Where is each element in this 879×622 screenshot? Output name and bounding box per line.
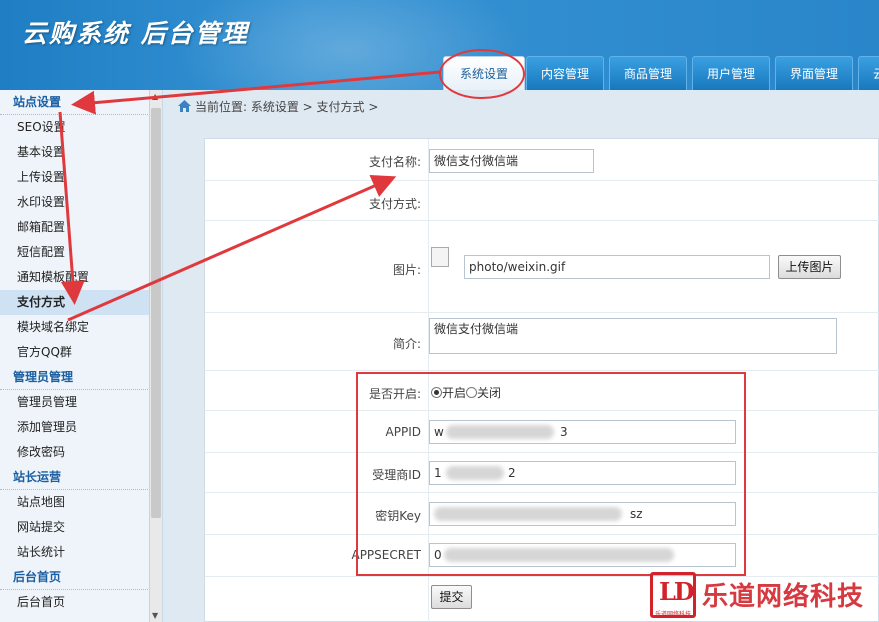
sidebar-group-admin[interactable]: 管理员管理: [0, 365, 150, 390]
tab-cloud[interactable]: 云: [858, 56, 879, 90]
annotation-highlight-box: [356, 372, 746, 576]
upload-image-button[interactable]: 上传图片: [778, 255, 841, 279]
watermark: LD 乐道网络科技 乐道网络科技: [650, 572, 879, 622]
pay-method-label: 支付方式:: [368, 197, 421, 211]
sidebar-item-sms[interactable]: 短信配置: [0, 240, 150, 265]
tab-system-settings[interactable]: 系统设置: [443, 56, 525, 90]
pay-name-input[interactable]: 微信支付微信端: [429, 149, 594, 173]
sidebar-item-watermark[interactable]: 水印设置: [0, 190, 150, 215]
watermark-text: 乐道网络科技: [702, 582, 865, 612]
sidebar: 站点设置 SEO设置 基本设置 上传设置 水印设置 邮箱配置 短信配置 通知模板…: [0, 90, 163, 622]
pay-name-label: 支付名称:: [368, 155, 421, 169]
intro-textarea[interactable]: 微信支付微信端: [429, 318, 837, 354]
tab-user-management[interactable]: 用户管理: [692, 56, 770, 90]
sidebar-scrollbar[interactable]: ▲ ▼: [149, 90, 162, 622]
sidebar-item-domain-binding[interactable]: 模块域名绑定: [0, 315, 150, 340]
tab-content-management[interactable]: 内容管理: [526, 56, 604, 90]
sidebar-item-admin-manage[interactable]: 管理员管理: [0, 390, 150, 415]
row-divider: [428, 577, 429, 622]
breadcrumb: 当前位置: 系统设置 > 支付方式 >: [178, 90, 879, 124]
sidebar-item-statistics[interactable]: 站长统计: [0, 540, 150, 565]
submit-button[interactable]: 提交: [431, 585, 472, 609]
sidebar-item-sitemap[interactable]: 站点地图: [0, 490, 150, 515]
watermark-logo-text: LD: [659, 577, 695, 606]
intro-label: 简介:: [392, 337, 421, 351]
scroll-up-arrow-icon[interactable]: ▲: [152, 92, 158, 101]
sidebar-item-seo[interactable]: SEO设置: [0, 115, 150, 140]
watermark-logo: LD 乐道网络科技: [650, 572, 696, 618]
row-intro: 简介: 微信支付微信端: [205, 313, 879, 371]
sidebar-item-payment[interactable]: 支付方式: [0, 290, 150, 315]
sidebar-item-site-submit[interactable]: 网站提交: [0, 515, 150, 540]
home-icon: [178, 100, 191, 112]
header: 云购系统 后台管理 系统设置 内容管理 商品管理 用户管理 界面管理 云: [0, 0, 879, 90]
sidebar-item-home[interactable]: 后台首页: [0, 590, 150, 615]
breadcrumb-text: 当前位置: 系统设置 > 支付方式 >: [195, 100, 379, 114]
sidebar-group-home[interactable]: 后台首页: [0, 565, 150, 590]
watermark-logo-subtext: 乐道网络科技: [655, 611, 692, 618]
row-pay-method: 支付方式:: [205, 181, 879, 221]
scroll-down-arrow-icon[interactable]: ▼: [152, 611, 158, 620]
sidebar-item-add-admin[interactable]: 添加管理员: [0, 415, 150, 440]
sidebar-group-site-settings[interactable]: 站点设置: [0, 90, 150, 115]
row-pay-name: 支付名称: 微信支付微信端: [205, 139, 879, 181]
broken-image-icon: [431, 247, 449, 267]
sidebar-item-basic[interactable]: 基本设置: [0, 140, 150, 165]
sidebar-item-email[interactable]: 邮箱配置: [0, 215, 150, 240]
row-divider: [428, 181, 429, 220]
image-path-input[interactable]: photo/weixin.gif: [464, 255, 770, 279]
sidebar-item-change-password[interactable]: 修改密码: [0, 440, 150, 465]
row-image: 图片: photo/weixin.gif 上传图片: [205, 221, 879, 313]
sidebar-scroll-thumb[interactable]: [151, 108, 161, 518]
app-title: 云购系统 后台管理: [22, 19, 249, 48]
image-label: 图片:: [392, 263, 421, 277]
tab-interface-management[interactable]: 界面管理: [775, 56, 853, 90]
sidebar-item-notify-template[interactable]: 通知模板配置: [0, 265, 150, 290]
row-divider: [428, 221, 429, 312]
sidebar-item-upload[interactable]: 上传设置: [0, 165, 150, 190]
sidebar-group-operations[interactable]: 站长运营: [0, 465, 150, 490]
sidebar-item-qq-group[interactable]: 官方QQ群: [0, 340, 150, 365]
tab-product-management[interactable]: 商品管理: [609, 56, 687, 90]
